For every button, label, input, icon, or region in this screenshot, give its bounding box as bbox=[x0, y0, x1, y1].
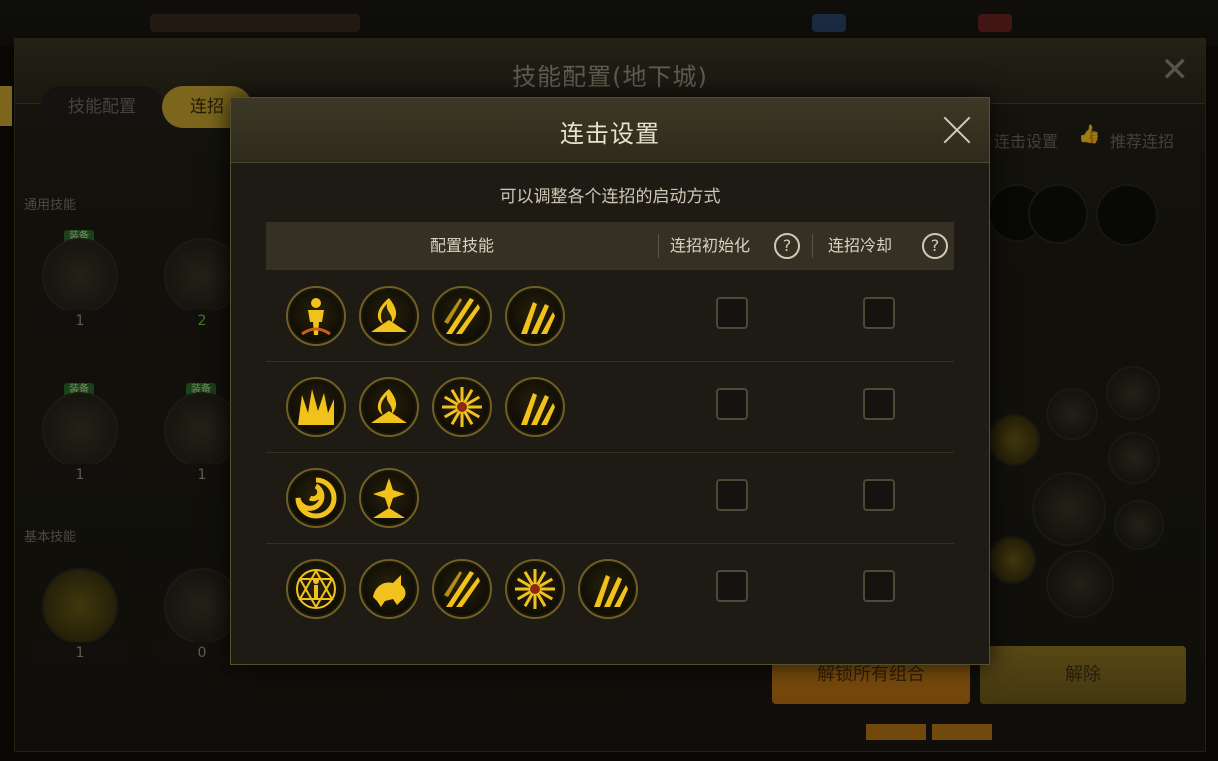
flame-mound-icon bbox=[359, 286, 419, 346]
close-icon[interactable] bbox=[937, 110, 977, 150]
rune-figure-icon bbox=[286, 559, 346, 619]
claw-strike-icon bbox=[505, 286, 565, 346]
column-header-skills: 配置技能 bbox=[429, 236, 494, 255]
row-divider bbox=[266, 361, 954, 362]
column-header-combo-init: 连招初始化 bbox=[670, 236, 751, 255]
claw-strike-icon bbox=[578, 559, 638, 619]
combo-init-checkbox[interactable] bbox=[716, 479, 748, 511]
row-divider bbox=[266, 543, 954, 544]
radial-burst-icon bbox=[505, 559, 565, 619]
dialog-subtitle: 可以调整各个连招的启动方式 bbox=[499, 187, 721, 207]
combo-cooldown-checkbox[interactable] bbox=[863, 297, 895, 329]
combo-cooldown-checkbox[interactable] bbox=[863, 388, 895, 420]
flame-mound-icon bbox=[359, 377, 419, 437]
combo-row bbox=[266, 545, 954, 635]
divider bbox=[658, 234, 659, 258]
fire-burst-icon bbox=[286, 377, 346, 437]
combo-cooldown-checkbox[interactable] bbox=[863, 479, 895, 511]
dialog-title: 连击设置 bbox=[560, 120, 660, 148]
rising-star-icon bbox=[359, 468, 419, 528]
combo-init-checkbox[interactable] bbox=[716, 297, 748, 329]
vortex-icon bbox=[286, 468, 346, 528]
beast-icon bbox=[359, 559, 419, 619]
combo-settings-dialog: 连击设置 可以调整各个连招的启动方式 配置技能 连招初始化 ? 连招冷却 ? bbox=[230, 97, 990, 665]
help-icon[interactable]: ? bbox=[774, 233, 800, 259]
combo-init-checkbox[interactable] bbox=[716, 388, 748, 420]
combo-row bbox=[266, 454, 954, 544]
radial-burst-icon bbox=[432, 377, 492, 437]
figure-icon bbox=[286, 286, 346, 346]
help-icon[interactable]: ? bbox=[922, 233, 948, 259]
slash-icon bbox=[432, 559, 492, 619]
combo-init-checkbox[interactable] bbox=[716, 570, 748, 602]
slash-icon bbox=[432, 286, 492, 346]
table-header: 配置技能 连招初始化 ? 连招冷却 ? bbox=[266, 222, 954, 270]
divider bbox=[812, 234, 813, 258]
combo-row bbox=[266, 363, 954, 453]
claw-strike-icon bbox=[505, 377, 565, 437]
dialog-header: 连击设置 bbox=[231, 98, 989, 163]
combo-row bbox=[266, 272, 954, 362]
column-header-combo-cooldown: 连招冷却 bbox=[828, 236, 893, 255]
row-divider bbox=[266, 452, 954, 453]
combo-cooldown-checkbox[interactable] bbox=[863, 570, 895, 602]
